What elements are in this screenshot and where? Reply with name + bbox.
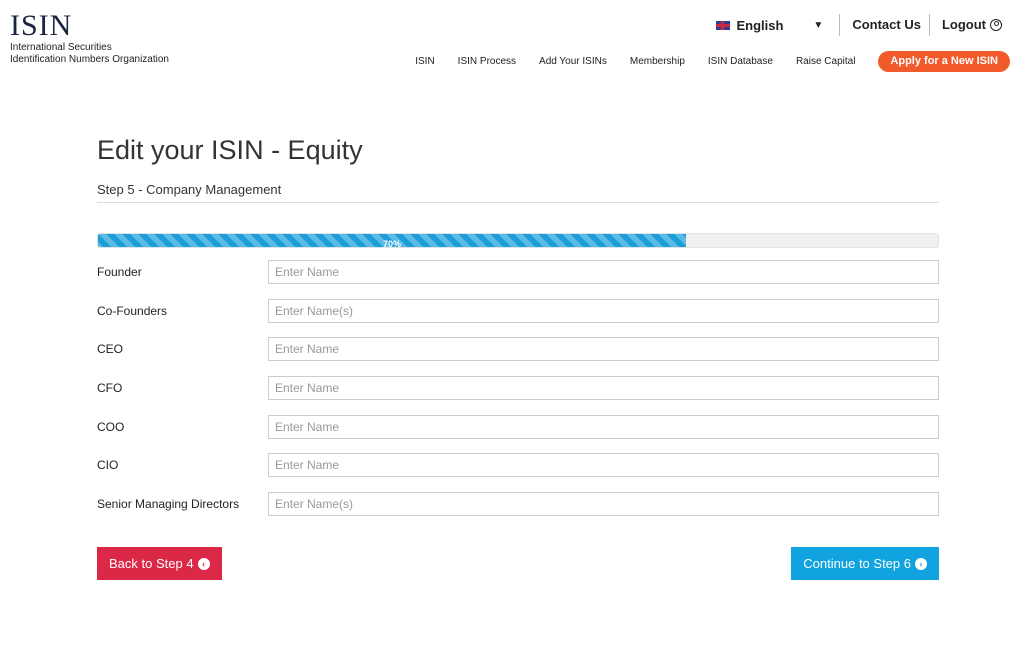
site-header: ISIN International Securities Identifica… xyxy=(0,0,1024,80)
logo-title: ISIN xyxy=(10,9,73,42)
arrow-right-circle-icon: › xyxy=(915,557,927,570)
page-title: Edit your ISIN - Equity xyxy=(97,135,363,165)
founder-input[interactable] xyxy=(268,260,939,284)
language-label: English xyxy=(736,17,784,33)
continue-button[interactable]: Continue to Step 6 › xyxy=(791,547,939,580)
nav-item-add-your-isins[interactable]: Add Your ISINs xyxy=(539,56,607,67)
founder-label: Founder xyxy=(97,265,142,279)
logout-label: Logout xyxy=(941,17,986,32)
continue-button-label: Continue to Step 6 xyxy=(803,556,911,571)
step-title: Step 5 - Company Management xyxy=(97,182,939,203)
logout-link[interactable]: Logout xyxy=(930,14,1002,36)
arrow-left-circle-icon: ‹ xyxy=(197,557,210,570)
coo-input[interactable] xyxy=(268,414,939,439)
form-row-cio: CIO xyxy=(97,453,939,478)
form-row-founder: Founder xyxy=(97,260,939,284)
form-row-cfo: CFO xyxy=(97,376,939,401)
main-content: Edit your ISIN - Equity Step 5 - Company… xyxy=(97,130,939,517)
progress-bar: 70% xyxy=(97,233,939,248)
co-founders-input[interactable] xyxy=(268,298,939,323)
cio-input[interactable] xyxy=(268,453,939,478)
chevron-down-icon: ▼ xyxy=(813,19,824,31)
form-row-senior-managing-directors: Senior Managing Directors xyxy=(97,492,939,517)
nav-item-raise-capital[interactable]: Raise Capital xyxy=(796,56,855,67)
apply-new-isin-button[interactable]: Apply for a New ISIN xyxy=(878,51,1010,72)
nav-item-isin-process[interactable]: ISIN Process xyxy=(458,56,516,67)
form-row-co-founders: Co-Founders xyxy=(97,298,939,323)
uk-flag-icon xyxy=(716,20,731,30)
cfo-label: CFO xyxy=(97,381,123,396)
top-bar: English ▼ Contact Us Logout xyxy=(716,14,1002,36)
form-actions: Back to Step 4 ‹ Continue to Step 6 › xyxy=(97,547,939,580)
senior-managing-directors-label: Senior Managing Directors xyxy=(97,497,240,512)
cio-label: CIO xyxy=(97,458,119,473)
form-row-ceo: CEO xyxy=(97,337,939,362)
senior-managing-directors-input[interactable] xyxy=(268,492,939,517)
coo-label: COO xyxy=(97,419,125,434)
main-nav: ISIN ISIN Process Add Your ISINs Members… xyxy=(415,51,1010,72)
progress-fill: 70% xyxy=(98,234,686,247)
language-selector[interactable]: English ▼ xyxy=(716,14,841,36)
form-row-coo: COO xyxy=(97,414,939,439)
ceo-input[interactable] xyxy=(268,337,939,362)
nav-item-isin-database[interactable]: ISIN Database xyxy=(708,56,773,67)
logo-subtitle-line2: Identification Numbers Organization xyxy=(10,54,169,65)
user-circle-icon xyxy=(990,19,1002,31)
management-form: Founder Co-Founders CEO CFO COO CIO Seni… xyxy=(97,260,939,517)
contact-us-link[interactable]: Contact Us xyxy=(840,14,930,36)
nav-item-membership[interactable]: Membership xyxy=(630,56,685,67)
co-founders-label: Co-Founders xyxy=(97,303,168,318)
back-button[interactable]: Back to Step 4 ‹ xyxy=(97,547,222,580)
nav-item-isin[interactable]: ISIN xyxy=(415,56,434,67)
cfo-input[interactable] xyxy=(268,376,939,401)
ceo-label: CEO xyxy=(97,342,124,357)
progress-label: 70% xyxy=(382,239,401,248)
site-logo[interactable]: ISIN International Securities Identifica… xyxy=(10,10,169,66)
back-button-label: Back to Step 4 xyxy=(109,556,194,571)
logo-subtitle-line1: International Securities xyxy=(10,42,112,53)
